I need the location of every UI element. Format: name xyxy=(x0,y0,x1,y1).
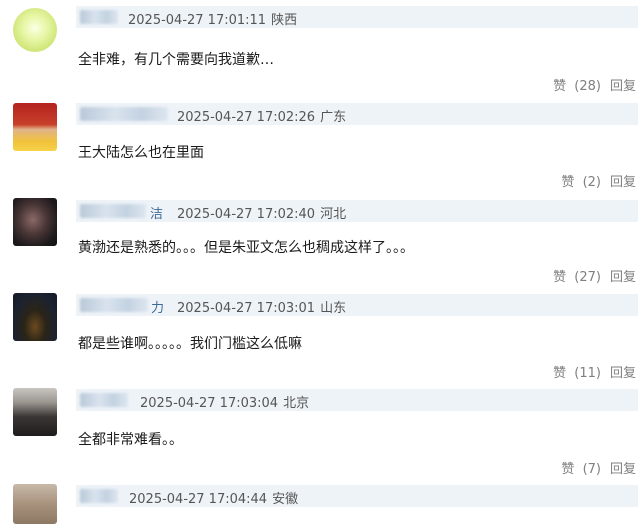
comment-item: 洁 2025-04-27 17:02:40 河北 黄渤还是熟悉的。。。但是朱亚文怎… xyxy=(0,193,640,289)
comment-location: 山东 xyxy=(320,301,347,316)
avatar[interactable] xyxy=(13,103,57,151)
like-label: 赞 xyxy=(561,462,575,477)
like-label: 赞 xyxy=(553,270,567,285)
like-count: (7) xyxy=(582,462,601,477)
comment-meta: 2025-04-27 17:02:26 广东 xyxy=(177,106,351,125)
like-button[interactable]: 赞 (11) xyxy=(549,366,601,381)
comment-actions: 赞 (7) 回复 xyxy=(553,458,636,477)
avatar[interactable] xyxy=(13,484,57,524)
like-button[interactable]: 赞 (28) xyxy=(549,79,601,94)
comment-timestamp: 2025-04-27 17:04:44 xyxy=(129,492,268,507)
avatar[interactable] xyxy=(13,388,57,436)
username-blurred[interactable] xyxy=(80,204,146,218)
reply-button[interactable]: 回复 xyxy=(610,270,636,285)
comment-meta: 2025-04-27 17:01:11 陕西 xyxy=(128,9,302,28)
username-blurred[interactable] xyxy=(80,10,118,24)
comment-meta: 2025-04-27 17:02:40 河北 xyxy=(177,203,351,222)
comment-meta: 2025-04-27 17:04:44 安徽 xyxy=(129,488,303,507)
reply-button[interactable]: 回复 xyxy=(610,79,636,94)
comment-meta: 2025-04-27 17:03:04 北京 xyxy=(140,392,314,411)
username-blurred[interactable] xyxy=(80,298,148,312)
like-button[interactable]: 赞 (27) xyxy=(549,270,601,285)
comment-location: 北京 xyxy=(283,396,310,411)
like-count: (11) xyxy=(574,366,601,381)
comment-item: 力 2025-04-27 17:03:01 山东 都是些谁啊。。。。。我们门槛这么… xyxy=(0,289,640,385)
like-count: (28) xyxy=(574,79,601,94)
like-count: (27) xyxy=(574,270,601,285)
comment-location: 安徽 xyxy=(272,492,299,507)
username-tail[interactable]: 力 xyxy=(151,297,164,316)
comment-meta-bar: 2025-04-27 17:01:11 陕西 xyxy=(76,6,638,28)
username-blurred[interactable] xyxy=(80,107,168,121)
like-button[interactable]: 赞 (2) xyxy=(557,175,601,190)
reply-button[interactable]: 回复 xyxy=(610,366,636,381)
comment-timestamp: 2025-04-27 17:03:01 xyxy=(177,301,316,316)
comment-actions: 赞 (11) 回复 xyxy=(545,362,636,381)
username-tail[interactable]: 洁 xyxy=(150,203,163,222)
comment-text: 全非难，有几个需要向我道歉… xyxy=(78,52,274,68)
avatar[interactable] xyxy=(13,8,57,52)
comment-location: 陕西 xyxy=(271,13,298,28)
reply-button[interactable]: 回复 xyxy=(610,175,636,190)
comment-meta-bar: 2025-04-27 17:04:44 安徽 xyxy=(76,485,638,507)
comment-timestamp: 2025-04-27 17:02:26 xyxy=(177,110,316,125)
comment-meta-bar: 洁 2025-04-27 17:02:40 河北 xyxy=(76,200,638,222)
comment-timestamp: 2025-04-27 17:01:11 xyxy=(128,13,267,28)
like-label: 赞 xyxy=(553,366,567,381)
comment-actions: 赞 (28) 回复 xyxy=(545,75,636,94)
avatar[interactable] xyxy=(13,198,57,246)
comment-item: 2025-04-27 17:03:04 北京 全都非常难看。。 赞 (7) 回复 xyxy=(0,384,640,480)
comment-text: 王大陆怎么也在里面 xyxy=(78,145,204,161)
reply-button[interactable]: 回复 xyxy=(610,462,636,477)
avatar[interactable] xyxy=(13,293,57,341)
comment-actions: 赞 (27) 回复 xyxy=(545,266,636,285)
comment-item: 2025-04-27 17:01:11 陕西 全非难，有几个需要向我道歉… 赞 (… xyxy=(0,0,640,96)
comment-timestamp: 2025-04-27 17:02:40 xyxy=(177,207,316,222)
comment-actions: 赞 (2) 回复 xyxy=(553,171,636,190)
comment-location: 河北 xyxy=(320,207,347,222)
comment-meta: 2025-04-27 17:03:01 山东 xyxy=(177,297,351,316)
comment-timestamp: 2025-04-27 17:03:04 xyxy=(140,396,279,411)
comment-meta-bar: 力 2025-04-27 17:03:01 山东 xyxy=(76,294,638,316)
comment-meta-bar: 2025-04-27 17:03:04 北京 xyxy=(76,389,638,411)
like-label: 赞 xyxy=(561,175,575,190)
username-blurred[interactable] xyxy=(80,489,118,503)
comment-item: 2025-04-27 17:04:44 安徽 xyxy=(0,480,640,524)
comment-location: 广东 xyxy=(320,110,347,125)
like-label: 赞 xyxy=(553,79,567,94)
comment-meta-bar: 2025-04-27 17:02:26 广东 xyxy=(76,103,638,125)
comment-item: 2025-04-27 17:02:26 广东 王大陆怎么也在里面 赞 (2) 回复 xyxy=(0,96,640,192)
comment-text: 全都非常难看。。 xyxy=(78,432,183,448)
like-count: (2) xyxy=(582,175,601,190)
username-blurred[interactable] xyxy=(80,393,128,407)
comment-text: 都是些谁啊。。。。。我们门槛这么低嘛 xyxy=(78,336,302,352)
comment-text: 黄渤还是熟悉的。。。但是朱亚文怎么也稠成这样了。。。 xyxy=(78,240,414,256)
like-button[interactable]: 赞 (7) xyxy=(557,462,601,477)
